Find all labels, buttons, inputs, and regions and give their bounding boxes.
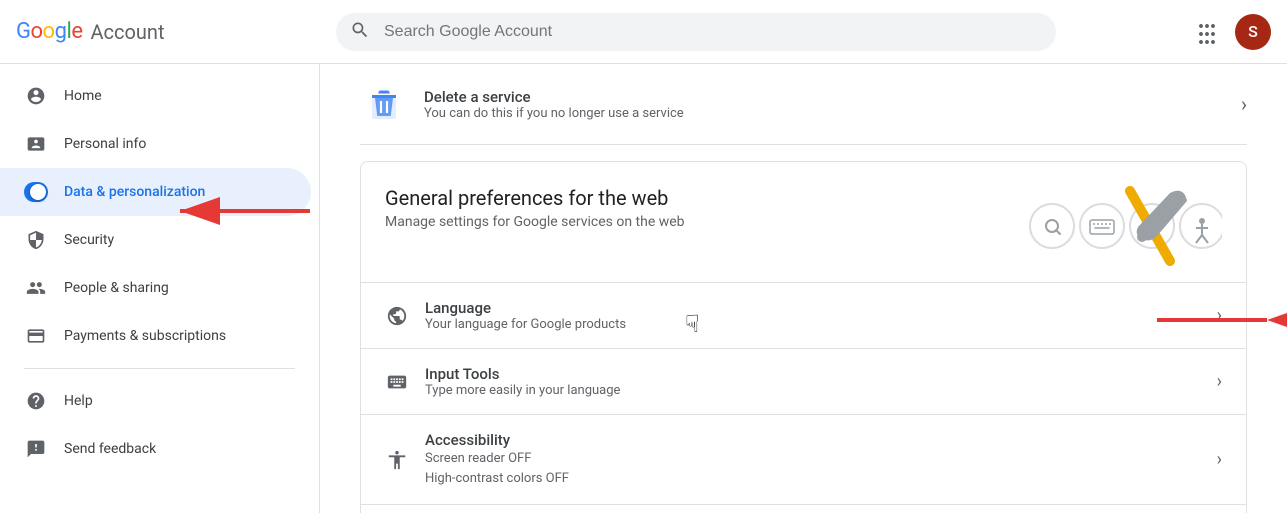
sidebar-divider — [24, 368, 295, 369]
input-tools-chevron: › — [1217, 371, 1222, 392]
delete-service-info: Delete a service You can do this if you … — [424, 88, 1225, 121]
section-illustration — [1022, 186, 1222, 266]
google-logo: Google — [16, 19, 82, 44]
personal-info-icon — [24, 132, 48, 156]
toggle-icon — [24, 182, 48, 202]
input-tools-info: Input Tools Type more easily in your lan… — [425, 365, 1201, 398]
search-input[interactable] — [336, 13, 1056, 51]
sidebar-item-personal-info[interactable]: Personal info — [0, 120, 311, 168]
language-title: Language — [425, 299, 1201, 317]
main-layout: Home Personal info Data & personalizatio… — [0, 64, 1287, 513]
sidebar-people-label: People & sharing — [64, 280, 169, 296]
accessibility-chevron: › — [1217, 449, 1222, 470]
tools-illustration — [1022, 181, 1222, 271]
language-chevron: › — [1217, 305, 1222, 326]
sidebar: Home Personal info Data & personalizatio… — [0, 64, 320, 513]
sidebar-item-data-personalization[interactable]: Data & personalization — [0, 168, 311, 216]
search-icon — [350, 20, 370, 44]
sidebar-home-label: Home — [64, 88, 102, 104]
language-desc: Your language for Google products — [425, 317, 1201, 332]
security-icon — [24, 228, 48, 252]
input-tools-title: Input Tools — [425, 365, 1201, 383]
content-inner: Delete a service You can do this if you … — [320, 64, 1287, 513]
content-area: Delete a service You can do this if you … — [320, 64, 1287, 513]
sidebar-item-security[interactable]: Security — [0, 216, 311, 264]
sidebar-data-label: Data & personalization — [64, 184, 205, 200]
language-info: Language Your language for Google produc… — [425, 299, 1201, 332]
delete-service-row[interactable]: Delete a service You can do this if you … — [360, 64, 1247, 145]
delete-service-title: Delete a service — [424, 88, 1225, 106]
delete-service-icon — [360, 80, 408, 128]
logo-area: Google Account — [16, 19, 336, 44]
input-tools-icon — [385, 370, 409, 394]
sidebar-item-send-feedback[interactable]: Send feedback — [0, 425, 311, 473]
sidebar-payments-label: Payments & subscriptions — [64, 328, 226, 344]
language-row[interactable]: Language Your language for Google produc… — [361, 283, 1246, 349]
general-preferences-card: General preferences for the web Manage s… — [360, 161, 1247, 513]
apps-icon[interactable] — [1187, 12, 1227, 52]
sidebar-item-people-sharing[interactable]: People & sharing — [0, 264, 311, 312]
account-text: Account — [90, 20, 164, 44]
section-header: General preferences for the web Manage s… — [361, 162, 1246, 283]
language-icon — [385, 304, 409, 328]
accessibility-desc: Screen reader OFF High-contrast colors O… — [425, 449, 1201, 488]
sidebar-item-help[interactable]: Help — [0, 377, 311, 425]
help-icon — [24, 389, 48, 413]
sidebar-feedback-label: Send feedback — [64, 441, 156, 457]
data-personalization-icon — [24, 180, 48, 204]
cursor-hand: ☟ — [685, 310, 700, 497]
accessibility-title: Accessibility — [425, 431, 1201, 449]
section-subtitle: Manage settings for Google services on t… — [385, 214, 1022, 230]
sidebar-security-label: Security — [64, 232, 114, 248]
section-title: General preferences for the web — [385, 186, 1022, 210]
input-tools-row[interactable]: Input Tools Type more easily in your lan… — [361, 349, 1246, 415]
search-settings-row[interactable]: Search settings Settings like private re… — [361, 505, 1246, 513]
avatar[interactable]: S — [1235, 14, 1271, 50]
accessibility-info: Accessibility Screen reader OFF High-con… — [425, 431, 1201, 488]
people-icon — [24, 276, 48, 300]
topbar: Google Account S — [0, 0, 1287, 64]
accessibility-icon — [385, 448, 409, 472]
input-tools-desc: Type more easily in your language — [425, 383, 1201, 398]
delete-service-desc: You can do this if you no longer use a s… — [424, 106, 1225, 121]
topbar-right: S — [1187, 12, 1271, 52]
search-bar — [336, 13, 1056, 51]
sidebar-personal-info-label: Personal info — [64, 136, 146, 152]
delete-service-chevron: › — [1241, 92, 1247, 116]
sidebar-help-label: Help — [64, 393, 93, 409]
sidebar-item-home[interactable]: Home — [0, 72, 311, 120]
home-icon — [24, 84, 48, 108]
feedback-icon — [24, 437, 48, 461]
accessibility-row[interactable]: Accessibility Screen reader OFF High-con… — [361, 415, 1246, 505]
sidebar-item-payments[interactable]: Payments & subscriptions — [0, 312, 311, 360]
section-title-area: General preferences for the web Manage s… — [385, 186, 1022, 230]
payments-icon — [24, 324, 48, 348]
